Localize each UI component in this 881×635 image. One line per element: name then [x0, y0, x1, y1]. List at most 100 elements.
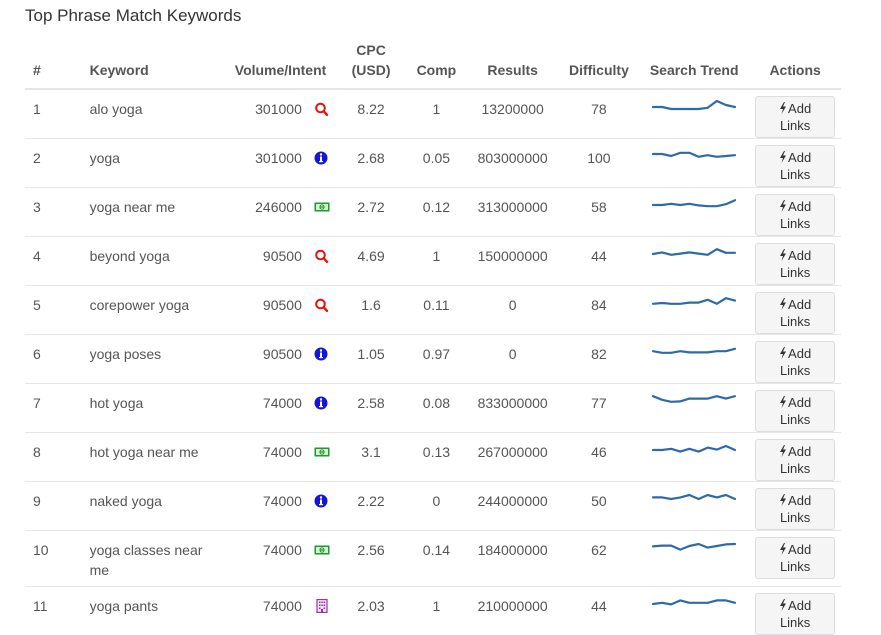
svg-text:0: 0	[320, 450, 323, 456]
bolt-icon	[779, 150, 787, 162]
difficulty-value: 46	[559, 433, 639, 482]
info-icon	[314, 493, 330, 507]
trend-cell	[639, 237, 749, 286]
table-row: 10 yoga classes near me 740000 2.56 0.14…	[25, 531, 841, 587]
trend-sparkline	[650, 537, 738, 557]
keyword-link[interactable]: naked yoga	[84, 482, 226, 531]
keyword-link[interactable]: yoga near me	[84, 188, 226, 237]
difficulty-value: 77	[559, 384, 639, 433]
results-value: 833000000	[467, 384, 559, 433]
add-links-button[interactable]: Add Links	[755, 243, 835, 285]
bolt-icon	[779, 297, 787, 309]
volume-value: 246000	[255, 197, 302, 217]
keyword-link[interactable]: alo yoga	[84, 89, 226, 139]
trend-sparkline	[650, 145, 738, 165]
keyword-link[interactable]: hot yoga	[84, 384, 226, 433]
keyword-link[interactable]: yoga	[84, 139, 226, 188]
bolt-icon	[779, 248, 787, 260]
trend-cell	[639, 587, 749, 635]
trend-line	[653, 446, 735, 452]
keyword-link[interactable]: hot yoga near me	[84, 433, 226, 482]
add-links-button[interactable]: Add Links	[755, 194, 835, 236]
row-number: 7	[25, 384, 84, 433]
trend-sparkline	[650, 96, 738, 116]
comp-value: 0.12	[406, 188, 466, 237]
row-number: 8	[25, 433, 84, 482]
actions-cell: Add Links	[749, 286, 841, 335]
comp-value: 1	[406, 89, 466, 139]
keyword-link[interactable]: beyond yoga	[84, 237, 226, 286]
results-value: 0	[467, 335, 559, 384]
trend-cell	[639, 139, 749, 188]
volume-cell: 301000	[225, 139, 336, 188]
add-links-button[interactable]: Add Links	[755, 537, 835, 579]
results-value: 150000000	[467, 237, 559, 286]
search-icon	[314, 101, 330, 115]
add-links-button[interactable]: Add Links	[755, 341, 835, 383]
trend-line	[653, 396, 735, 402]
row-number: 9	[25, 482, 84, 531]
volume-cell: 740000	[225, 433, 336, 482]
table-body: 1 alo yoga 301000 8.22 1 13200000 78 Add…	[25, 89, 841, 635]
building-icon	[314, 598, 330, 612]
table-row: 1 alo yoga 301000 8.22 1 13200000 78 Add…	[25, 89, 841, 139]
cpc-header-line2: (USD)	[352, 62, 391, 78]
actions-cell: Add Links	[749, 89, 841, 139]
results-value: 244000000	[467, 482, 559, 531]
row-number: 3	[25, 188, 84, 237]
actions-cell: Add Links	[749, 237, 841, 286]
column-header-results[interactable]: Results	[467, 40, 559, 89]
trend-sparkline	[650, 243, 738, 263]
trend-line	[653, 200, 735, 206]
svg-text:0: 0	[320, 205, 323, 211]
column-header-keyword[interactable]: Keyword	[84, 40, 226, 89]
keyword-link[interactable]: yoga classes near me	[84, 531, 226, 587]
comp-value: 1	[406, 237, 466, 286]
volume-value: 301000	[255, 99, 302, 119]
trend-sparkline	[650, 390, 738, 410]
add-links-button[interactable]: Add Links	[755, 292, 835, 334]
add-links-button[interactable]: Add Links	[755, 593, 835, 635]
add-links-button[interactable]: Add Links	[755, 145, 835, 187]
column-header-volume[interactable]: Volume/Intent	[225, 40, 336, 89]
info-icon	[314, 346, 330, 360]
row-number: 4	[25, 237, 84, 286]
trend-cell	[639, 188, 749, 237]
volume-cell: 90500	[225, 237, 336, 286]
money-icon: 0	[314, 199, 330, 213]
add-links-button[interactable]: Add Links	[755, 390, 835, 432]
table-row: 8 hot yoga near me 740000 3.1 0.13 26700…	[25, 433, 841, 482]
add-links-button[interactable]: Add Links	[755, 488, 835, 530]
keywords-table: # Keyword Volume/Intent CPC(USD) Comp Re…	[25, 40, 841, 635]
add-links-button[interactable]: Add Links	[755, 96, 835, 138]
table-row: 9 naked yoga 74000 2.22 0 244000000 50 A…	[25, 482, 841, 531]
difficulty-value: 84	[559, 286, 639, 335]
trend-line	[653, 349, 735, 353]
volume-value: 90500	[263, 246, 302, 266]
volume-value: 90500	[263, 295, 302, 315]
keyword-link[interactable]: corepower yoga	[84, 286, 226, 335]
results-value: 184000000	[467, 531, 559, 587]
bolt-icon	[779, 346, 787, 358]
column-header-comp[interactable]: Comp	[406, 40, 466, 89]
difficulty-value: 58	[559, 188, 639, 237]
comp-value: 0.05	[406, 139, 466, 188]
cpc-value: 2.68	[336, 139, 406, 188]
trend-sparkline	[650, 341, 738, 361]
keyword-link[interactable]: yoga poses	[84, 335, 226, 384]
volume-cell: 246000 0	[225, 188, 336, 237]
trend-cell	[639, 433, 749, 482]
trend-cell	[639, 286, 749, 335]
trend-line	[653, 249, 735, 255]
column-header-num[interactable]: #	[25, 40, 84, 89]
volume-cell: 740000	[225, 531, 336, 587]
volume-cell: 74000	[225, 587, 336, 635]
keyword-link[interactable]: yoga pants	[84, 587, 226, 635]
bolt-icon	[779, 542, 787, 554]
actions-cell: Add Links	[749, 433, 841, 482]
volume-value: 74000	[263, 491, 302, 511]
add-links-button[interactable]: Add Links	[755, 439, 835, 481]
table-row: 6 yoga poses 90500 1.05 0.97 0 82 Add Li…	[25, 335, 841, 384]
column-header-difficulty[interactable]: Difficulty	[559, 40, 639, 89]
column-header-cpc[interactable]: CPC(USD)	[336, 40, 406, 89]
